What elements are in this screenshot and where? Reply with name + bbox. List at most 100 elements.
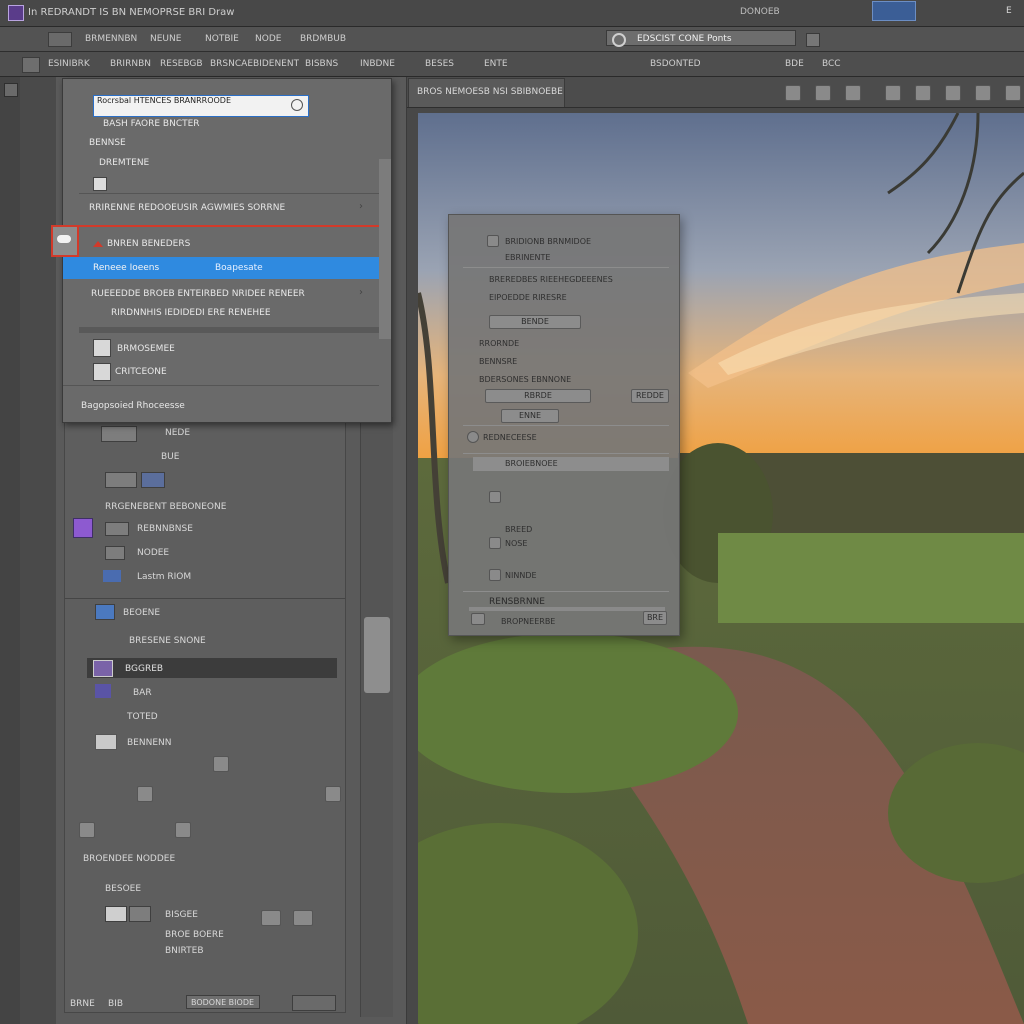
menu-item[interactable]: BENNSE — [89, 138, 126, 148]
screen-mode-icon[interactable] — [885, 85, 901, 101]
dialog-selected-row[interactable] — [473, 457, 669, 471]
row-icon[interactable] — [489, 537, 501, 549]
footer-field[interactable]: BODONE BIODE — [186, 995, 260, 1009]
menu-item[interactable]: RUEEEDDE BROEB ENTEIRBED NRIDEE RENEER — [91, 289, 305, 299]
crop-icon[interactable] — [945, 85, 961, 101]
group-icon[interactable] — [293, 910, 313, 926]
search-icon[interactable] — [612, 33, 626, 47]
option-8[interactable]: ENTE — [484, 59, 508, 69]
menu-item[interactable]: DREMTENE — [99, 158, 149, 168]
dialog-row-label: BENNSRE — [479, 357, 518, 366]
layer-thumbnail[interactable] — [95, 684, 111, 698]
menu-scrollbar[interactable] — [379, 159, 391, 339]
mask-icon[interactable] — [213, 756, 229, 772]
layer-thumbnail[interactable] — [101, 426, 137, 442]
layer-thumbnail[interactable] — [105, 906, 127, 922]
layer-thumbnail[interactable] — [105, 522, 129, 536]
panel-scrollbar[interactable] — [360, 417, 393, 1017]
close-icon[interactable] — [975, 85, 991, 101]
settings-icon[interactable] — [467, 431, 479, 443]
menu-item[interactable]: RRIRENNE REDOOEUSIR AGWMIES SORRNE — [89, 203, 285, 213]
panel-scroll-thumb[interactable] — [364, 617, 390, 693]
layer-thumbnail[interactable] — [103, 570, 121, 582]
option-6[interactable]: INBDNE — [360, 59, 395, 69]
option-2[interactable]: BRIRNBN — [110, 59, 151, 69]
menu-item[interactable]: Bagopsoied Rhoceesse — [81, 401, 185, 411]
footer-icon[interactable] — [471, 613, 485, 625]
layer-name: BESOEE — [105, 884, 142, 894]
option-3[interactable]: RESEBGB — [160, 59, 203, 69]
dialog-field[interactable]: BENDE — [489, 315, 581, 329]
menu-item-1[interactable]: BRMENNBN — [85, 34, 137, 44]
fx-icon[interactable] — [175, 822, 191, 838]
arrange-icon[interactable] — [785, 85, 801, 101]
dialog-row-label: RRORNDE — [479, 339, 520, 348]
tool-toggle-icon[interactable] — [4, 83, 18, 97]
frame-icon[interactable] — [815, 85, 831, 101]
window-button[interactable] — [872, 1, 916, 21]
more-icon[interactable] — [1005, 85, 1021, 101]
lock-icon[interactable] — [79, 822, 95, 838]
workspace-icon[interactable] — [48, 32, 72, 47]
layer-name: BEOENE — [123, 608, 161, 618]
row-icon[interactable] — [489, 491, 501, 503]
tile-icon[interactable] — [845, 85, 861, 101]
menu-item-3[interactable]: NOTBIE — [205, 34, 239, 44]
search-field[interactable]: EDSCIST CONE Ponts — [606, 30, 796, 46]
dialog-field[interactable]: ENNE — [501, 409, 559, 423]
layer-name: NODEE — [137, 548, 170, 558]
options-bar: ESINIBRK BRIRNBN RESEBGB BRSNCAEBIDENENT… — [0, 52, 1024, 77]
dialog-footer-button[interactable]: BRE — [643, 611, 667, 625]
dialog-field[interactable]: RBRDE — [485, 389, 591, 403]
option-7[interactable]: BESES — [425, 59, 454, 69]
option-5[interactable]: BISBNS — [305, 59, 338, 69]
panel-dock-gutter — [20, 77, 57, 1024]
row-icon[interactable] — [489, 569, 501, 581]
link-icon[interactable] — [137, 786, 153, 802]
layer-thumbnail[interactable] — [95, 734, 117, 750]
fit-icon[interactable] — [915, 85, 931, 101]
option-10[interactable]: BDE — [785, 59, 804, 69]
adjustment-icon[interactable] — [325, 786, 341, 802]
dialog-divider — [463, 425, 669, 426]
dropdown-chevron-icon[interactable] — [806, 33, 820, 47]
window-title: In REDRANDT IS BN NEMOPRSE BRI Draw — [28, 7, 235, 18]
document-tab[interactable]: BROS NEMOESB NSI SBIBNOEBE — [408, 78, 565, 107]
tool-preset-icon[interactable] — [22, 57, 40, 73]
footer-button[interactable] — [292, 995, 336, 1011]
menu-item[interactable]: BASH FAORE BNCTER — [103, 119, 200, 129]
option-1[interactable]: ESINIBRK — [48, 59, 90, 69]
layer-name: REBNNBNSE — [137, 524, 193, 534]
menu-item-2[interactable]: NEUNE — [150, 34, 181, 44]
option-9[interactable]: BSDONTED — [650, 59, 701, 69]
divider — [65, 598, 345, 599]
context-dropdown-menu: Rocrsbal HTENCES BRANRROODE BASH FAORE B… — [51, 78, 392, 423]
layer-thumbnail[interactable] — [73, 518, 93, 538]
menu-item-highlighted-value: Boapesate — [215, 263, 263, 273]
image-icon[interactable] — [261, 910, 281, 926]
dialog-ok-button[interactable]: REDDE — [631, 389, 669, 403]
option-4[interactable]: BRSNCAEBIDENENT — [210, 59, 299, 69]
layer-name: BROE BOERE — [165, 930, 224, 940]
layer-thumbnail[interactable] — [93, 660, 113, 677]
menu-item[interactable]: CRITCEONE — [115, 367, 167, 377]
menu-item[interactable]: BRMOSEMEE — [117, 344, 175, 354]
footer-label: BIB — [108, 999, 124, 1009]
row-icon[interactable] — [487, 235, 499, 247]
layer-thumbnail[interactable] — [141, 472, 165, 488]
document-tab-label: BROS NEMOESB NSI SBIBNOEBE — [417, 87, 563, 97]
layer-name: RRGENEBENT BEBONEONE — [105, 502, 227, 512]
layer-thumbnail[interactable] — [105, 472, 137, 488]
menu-item[interactable]: RIRDNNHIS IEDIDEDI ERE RENEHEE — [111, 308, 271, 318]
menu-item-5[interactable]: BRDMBUB — [300, 34, 346, 44]
menu-item[interactable]: BNREN BENEDERS — [107, 239, 190, 249]
menu-separator — [79, 327, 379, 333]
clear-icon[interactable] — [291, 99, 303, 111]
layer-thumbnail[interactable] — [129, 906, 151, 922]
dialog-row-label: EBRINENTE — [505, 253, 551, 262]
option-11[interactable]: BCC — [822, 59, 841, 69]
layer-thumbnail[interactable] — [95, 604, 115, 620]
layer-thumbnail[interactable] — [105, 546, 125, 560]
menu-item-4[interactable]: NODE — [255, 34, 281, 44]
menu-item-icon — [93, 177, 107, 191]
